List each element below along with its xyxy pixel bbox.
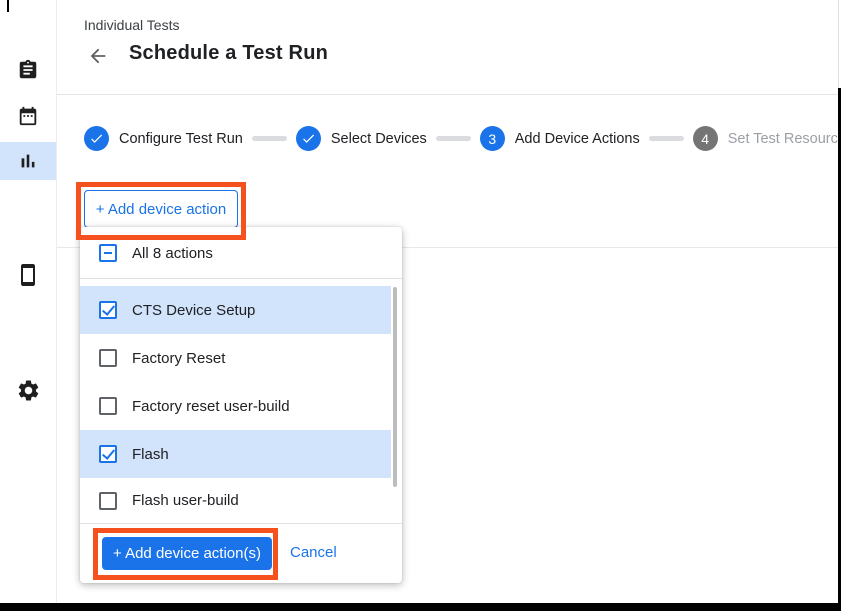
border-artifact-right-gray [838, 0, 839, 88]
step-configure-test-run[interactable]: Configure Test Run [84, 126, 243, 151]
step-connector [436, 136, 471, 141]
action-label: Factory Reset [132, 350, 225, 367]
step-add-device-actions[interactable]: 3 Add Device Actions [480, 126, 640, 151]
step-connector [252, 136, 287, 141]
action-row-cts-device-setup[interactable]: CTS Device Setup [80, 286, 391, 334]
action-label: CTS Device Setup [132, 302, 255, 319]
step-number: 3 [480, 126, 505, 151]
calendar-icon [17, 105, 39, 127]
action-row-flash-user-build[interactable]: Flash user-build [80, 478, 391, 523]
breadcrumb: Individual Tests [84, 17, 179, 33]
page-title: Schedule a Test Run [129, 42, 328, 65]
stepper: Configure Test Run Select Devices 3 Add … [84, 126, 841, 151]
action-checkbox[interactable] [99, 349, 117, 367]
dropdown-scrollbar[interactable] [393, 287, 397, 487]
select-all-checkbox[interactable] [99, 244, 117, 262]
action-label: Flash user-build [132, 492, 239, 509]
bar-chart-icon [17, 150, 39, 172]
assignment-icon [17, 59, 39, 81]
action-label: Factory reset user-build [132, 398, 290, 415]
step-label: Select Devices [331, 131, 427, 147]
sidebar-item-plans[interactable] [0, 97, 56, 135]
select-all-label: All 8 actions [132, 245, 213, 262]
action-checkbox[interactable] [99, 397, 117, 415]
step-select-devices[interactable]: Select Devices [296, 126, 427, 151]
app-window: Individual Tests Schedule a Test Run Con… [0, 0, 841, 611]
device-action-dropdown: All 8 actions CTS Device Setup Factory R… [80, 227, 402, 583]
step-connector [649, 136, 684, 141]
step-complete-icon [296, 126, 321, 151]
action-row-flash[interactable]: Flash [80, 430, 391, 478]
action-label: Flash [132, 446, 169, 463]
check-icon [301, 131, 316, 146]
sidebar-item-results[interactable] [0, 142, 56, 180]
action-row-factory-reset-user-build[interactable]: Factory reset user-build [80, 382, 391, 430]
step-complete-icon [84, 126, 109, 151]
confirm-add-device-actions-button[interactable]: + Add device action(s) [102, 537, 272, 570]
action-checkbox[interactable] [99, 492, 117, 510]
back-button[interactable] [86, 45, 110, 69]
dropdown-footer-divider [80, 523, 402, 524]
step-label: Set Test Resources [728, 131, 841, 147]
border-artifact-bottom [0, 603, 841, 611]
step-label: Add Device Actions [515, 131, 640, 147]
add-device-action-button[interactable]: + Add device action [84, 190, 238, 228]
sidebar [0, 0, 57, 603]
border-artifact-top-left [7, 0, 9, 12]
sidebar-item-devices[interactable] [0, 256, 56, 294]
action-checkbox[interactable] [99, 445, 117, 463]
action-checkbox[interactable] [99, 301, 117, 319]
dropdown-divider [80, 278, 402, 279]
step-number: 4 [693, 126, 718, 151]
check-icon [89, 131, 104, 146]
step-set-test-resources[interactable]: 4 Set Test Resources [693, 126, 841, 151]
header-divider [57, 94, 838, 95]
sidebar-item-settings[interactable] [0, 371, 56, 409]
smartphone-icon [16, 263, 40, 287]
select-all-actions-row[interactable]: All 8 actions [80, 229, 391, 277]
action-row-factory-reset[interactable]: Factory Reset [80, 334, 391, 382]
sidebar-item-tests[interactable] [0, 51, 56, 89]
arrow-back-icon [87, 45, 109, 67]
settings-icon [16, 378, 41, 403]
step-label: Configure Test Run [119, 131, 243, 147]
cancel-button[interactable]: Cancel [290, 544, 337, 561]
